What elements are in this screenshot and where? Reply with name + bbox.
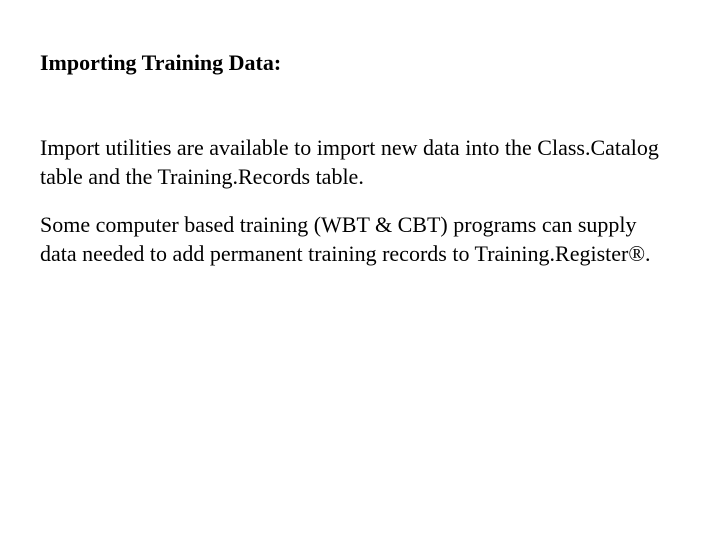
body-paragraph: Import utilities are available to import…	[40, 134, 660, 191]
page-heading: Importing Training Data:	[40, 50, 680, 76]
body-paragraph: Some computer based training (WBT & CBT)…	[40, 211, 660, 268]
